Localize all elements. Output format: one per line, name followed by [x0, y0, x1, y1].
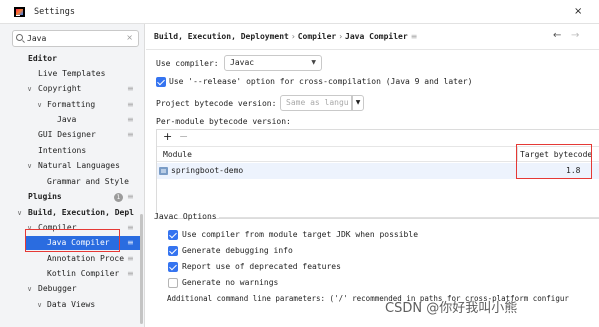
project-bytecode-placeholder: Same as langu [286, 98, 349, 107]
compiler-select[interactable]: Javac ▼ [224, 55, 322, 71]
back-arrow-icon[interactable]: ← [553, 30, 561, 41]
deprecated-features-checkbox[interactable] [168, 262, 178, 272]
project-level-icon: ≡ [127, 254, 134, 263]
sidebar-item-plugins[interactable]: Plugins 1 ≡ [0, 190, 144, 204]
clear-search-icon[interactable]: × [126, 33, 133, 42]
project-level-icon: ≡ [127, 84, 134, 93]
search-box[interactable]: × [12, 30, 139, 47]
sidebar-item-copyright[interactable]: ∨ Copyright ≡ [0, 82, 144, 96]
deprecated-features-label: Report use of deprecated features [182, 262, 341, 271]
sidebar-item-java-formatting[interactable]: Java ≡ [0, 113, 144, 127]
debugging-info-checkbox[interactable] [168, 246, 178, 256]
sidebar-scrollbar[interactable] [140, 214, 143, 324]
sidebar-item-annotation-processors[interactable]: Annotation Proce ≡ [0, 252, 144, 266]
project-level-icon: ≡ [127, 223, 134, 232]
sidebar-item-debugger[interactable]: ∨ Debugger [0, 282, 144, 296]
chevron-down-icon[interactable]: ∨ [37, 98, 42, 112]
sidebar-item-natural-languages[interactable]: ∨ Natural Languages [0, 159, 144, 173]
compiler-select-value: Javac [230, 58, 255, 67]
column-header-module[interactable]: Module [163, 150, 192, 159]
module-name-cell: springboot-demo [171, 166, 244, 175]
chevron-down-icon[interactable]: ∨ [37, 298, 42, 312]
project-level-icon: ≡ [127, 130, 134, 139]
window-title: Settings [34, 7, 75, 17]
chevron-down-icon[interactable]: ∨ [27, 82, 32, 96]
sidebar-item-editor[interactable]: Editor [0, 52, 144, 66]
javac-options-title: Javac Options [154, 212, 217, 221]
project-level-icon: ≡ [410, 32, 418, 41]
breadcrumb-java-compiler: Java Compiler [345, 32, 408, 41]
breadcrumb-separator: › [290, 32, 296, 41]
annotation-highlight-java-compiler [25, 229, 120, 252]
release-option-checkbox[interactable] [156, 77, 166, 87]
chevron-down-icon[interactable]: ∨ [17, 206, 22, 220]
table-toolbar: + − [157, 130, 599, 144]
breadcrumb-build-execution-deployment[interactable]: Build, Execution, Deployment [154, 32, 289, 41]
project-bytecode-label: Project bytecode version: [156, 99, 277, 108]
dropdown-arrow-icon: ▼ [311, 59, 316, 66]
add-icon[interactable]: + [163, 130, 172, 144]
header-divider [146, 49, 599, 50]
sidebar-item-formatting[interactable]: ∨ Formatting ≡ [0, 98, 144, 112]
section-divider [219, 217, 599, 218]
csdn-watermark: CSDN @你好我叫小熊 [385, 301, 518, 316]
project-bytecode-select[interactable]: Same as langu [280, 95, 352, 111]
module-target-jdk-checkbox[interactable] [168, 230, 178, 240]
settings-sidebar: × Editor Live Templates ∨ Copyright ≡ ∨ … [0, 24, 145, 327]
module-target-jdk-label: Use compiler from module target JDK when… [182, 230, 419, 239]
project-level-icon: ≡ [127, 115, 134, 124]
module-folder-icon [159, 167, 168, 175]
project-level-icon: ≡ [127, 192, 134, 201]
sidebar-item-intentions[interactable]: Intentions [0, 144, 144, 158]
project-level-icon: ≡ [127, 238, 134, 247]
annotation-highlight-target-bytecode [516, 144, 592, 179]
no-warnings-checkbox[interactable] [168, 278, 178, 288]
debugging-info-label: Generate debugging info [182, 246, 293, 255]
close-icon[interactable]: × [574, 6, 582, 17]
remove-icon[interactable]: − [179, 130, 188, 144]
sidebar-item-build-execution-deployment[interactable]: ∨ Build, Execution, Depl [0, 206, 144, 220]
plugin-updates-badge: 1 [114, 193, 123, 202]
sidebar-item-live-templates[interactable]: Live Templates [0, 67, 144, 81]
sidebar-item-kotlin-compiler[interactable]: Kotlin Compiler ≡ [0, 267, 144, 281]
forward-arrow-icon[interactable]: → [571, 30, 579, 41]
chevron-down-icon[interactable]: ∨ [27, 159, 32, 173]
sidebar-item-gui-designer[interactable]: GUI Designer ≡ [0, 128, 144, 142]
release-option-label: Use '--release' option for cross-compila… [169, 77, 473, 86]
project-bytecode-dropdown-arrow-icon[interactable]: ▼ [352, 95, 364, 111]
intellij-app-icon [14, 7, 25, 17]
sidebar-item-data-views[interactable]: ∨ Data Views [0, 298, 144, 312]
breadcrumb: Build, Execution, Deployment › Compiler › Ja… [154, 32, 417, 41]
search-input[interactable] [27, 33, 122, 44]
no-warnings-label: Generate no warnings [182, 278, 279, 287]
project-level-icon: ≡ [127, 100, 134, 109]
breadcrumb-compiler[interactable]: Compiler [298, 32, 337, 41]
project-level-icon: ≡ [127, 269, 134, 278]
breadcrumb-separator: › [338, 32, 344, 41]
use-compiler-label: Use compiler: [156, 59, 219, 68]
search-icon [16, 34, 23, 41]
title-bar: Settings × [0, 0, 599, 24]
sidebar-item-grammar-and-style[interactable]: Grammar and Style [0, 175, 144, 189]
chevron-down-icon[interactable]: ∨ [27, 282, 32, 296]
per-module-bytecode-label: Per-module bytecode version: [156, 117, 291, 126]
